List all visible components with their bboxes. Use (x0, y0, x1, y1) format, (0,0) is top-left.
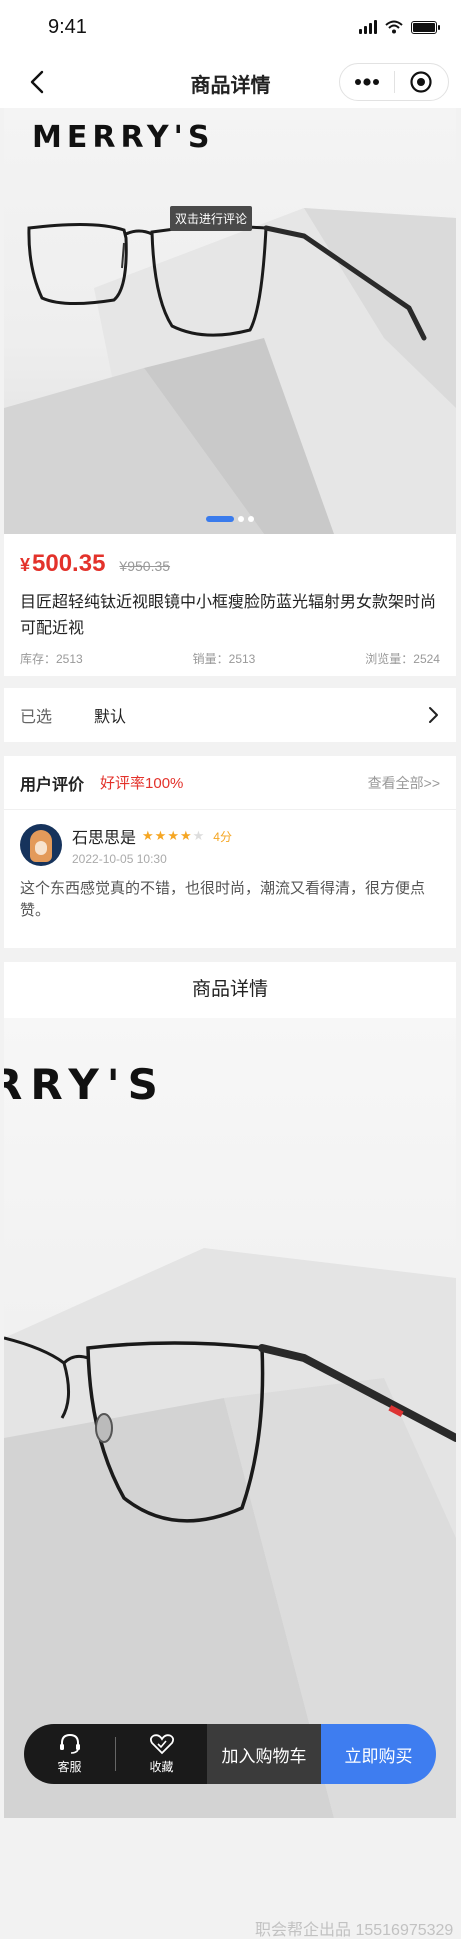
buy-now-button[interactable]: 立即购买 (321, 1724, 436, 1784)
glasses-illustration (27, 222, 427, 341)
target-icon (410, 71, 432, 93)
positive-rate: 好评率100% (100, 775, 184, 792)
battery-icon (411, 20, 440, 34)
review-header: 用户评价 好评率100% 查看全部>> (4, 756, 456, 810)
reviewer-name: 石思思是 (72, 830, 137, 847)
signal-icon (359, 20, 377, 34)
double-tap-tooltip: 双击进行评论 (170, 206, 253, 231)
carousel-indicator (206, 516, 254, 522)
status-time: 9:41 (48, 16, 87, 38)
review-name-row: 石思思是 ★ ★ ★ ★ ★ 4分 (72, 824, 232, 848)
review-title: 用户评价 (20, 776, 85, 794)
mini-program-capsule (339, 63, 449, 101)
close-program-button[interactable] (395, 64, 449, 100)
bottom-action-bar: 客服 收藏 加入购物车 立即购买 (24, 1724, 436, 1784)
review-section: 用户评价 好评率100% 查看全部>> 石思思是 ★ ★ ★ ★ ★ 4分 2022-1… (4, 756, 456, 948)
review-text: 这个东西感觉真的不错，也很时尚，潮流又看得清，很方便点赞。 (20, 880, 426, 919)
rating-stars: ★ ★ ★ ★ ★ (142, 828, 204, 844)
product-title: 目匠超轻纯钛近视眼镜中小框瘦脸防蓝光辐射男女款架时尚可配近视 (20, 594, 437, 637)
product-image-carousel[interactable]: MERRY'S 双击进行评论 (4, 108, 456, 534)
current-price: ¥500.35 (20, 550, 105, 578)
favorite-button[interactable]: 收藏 (116, 1733, 207, 1775)
glasses-closeup-illustration (4, 1336, 456, 1523)
detail-section-title: 商品详情 (4, 962, 456, 1018)
status-icons (359, 20, 440, 34)
detail-image: RRY'S (4, 1018, 456, 1818)
avatar (20, 824, 62, 866)
heart-icon (149, 1734, 174, 1755)
customer-service-button[interactable]: 客服 (24, 1733, 115, 1775)
carousel-dot[interactable] (238, 516, 244, 522)
headset-icon (59, 1733, 80, 1754)
chevron-right-icon (429, 707, 438, 723)
wifi-icon (385, 20, 403, 34)
status-bar: 9:41 (0, 0, 461, 56)
customer-service-label: 客服 (57, 1760, 82, 1774)
price-row: ¥500.35 ¥950.35 (20, 550, 440, 578)
price-value: 500.35 (32, 550, 106, 577)
views-count: 浏览量：2524 (365, 652, 440, 666)
spec-value: 默认 (94, 709, 127, 726)
spec-selector[interactable]: 已选 默认 (4, 688, 456, 742)
review-date: 2022-10-05 10:30 (72, 852, 167, 866)
product-stats: 库存：2513 销量：2513 浏览量：2524 (20, 650, 440, 667)
spec-label: 已选 (20, 709, 53, 726)
more-dots-icon (354, 78, 379, 86)
review-item: 石思思是 ★ ★ ★ ★ ★ 4分 2022-10-05 10:30 (20, 824, 440, 866)
star-icon: ★ (192, 828, 205, 843)
star-icon: ★ (142, 828, 154, 843)
favorite-label: 收藏 (149, 1760, 174, 1774)
carousel-dot[interactable] (206, 516, 234, 522)
view-all-reviews-link[interactable]: 查看全部>> (368, 773, 440, 793)
sales-count: 销量：2513 (192, 652, 256, 666)
add-to-cart-button[interactable]: 加入购物车 (207, 1724, 321, 1784)
bottom-left-actions: 客服 收藏 (24, 1724, 207, 1784)
carousel-dot[interactable] (248, 516, 254, 522)
star-icon: ★ (154, 828, 167, 843)
product-info-card: ¥500.35 ¥950.35 目匠超轻纯钛近视眼镜中小框瘦脸防蓝光辐射男女款架… (4, 534, 456, 676)
nav-bar: 商品详情 (0, 56, 461, 108)
watermark: 职会帮企出品 15516975329 (255, 1922, 454, 1939)
more-button[interactable] (340, 64, 394, 100)
original-price: ¥950.35 (119, 558, 171, 574)
rating-score: 4分 (213, 829, 232, 844)
stock-count: 库存：2513 (20, 652, 83, 666)
star-icon: ★ (167, 828, 179, 843)
star-icon: ★ (179, 828, 192, 843)
review-meta: 石思思是 ★ ★ ★ ★ ★ 4分 2022-10-05 10:30 (72, 824, 232, 866)
currency-symbol: ¥ (20, 555, 31, 575)
